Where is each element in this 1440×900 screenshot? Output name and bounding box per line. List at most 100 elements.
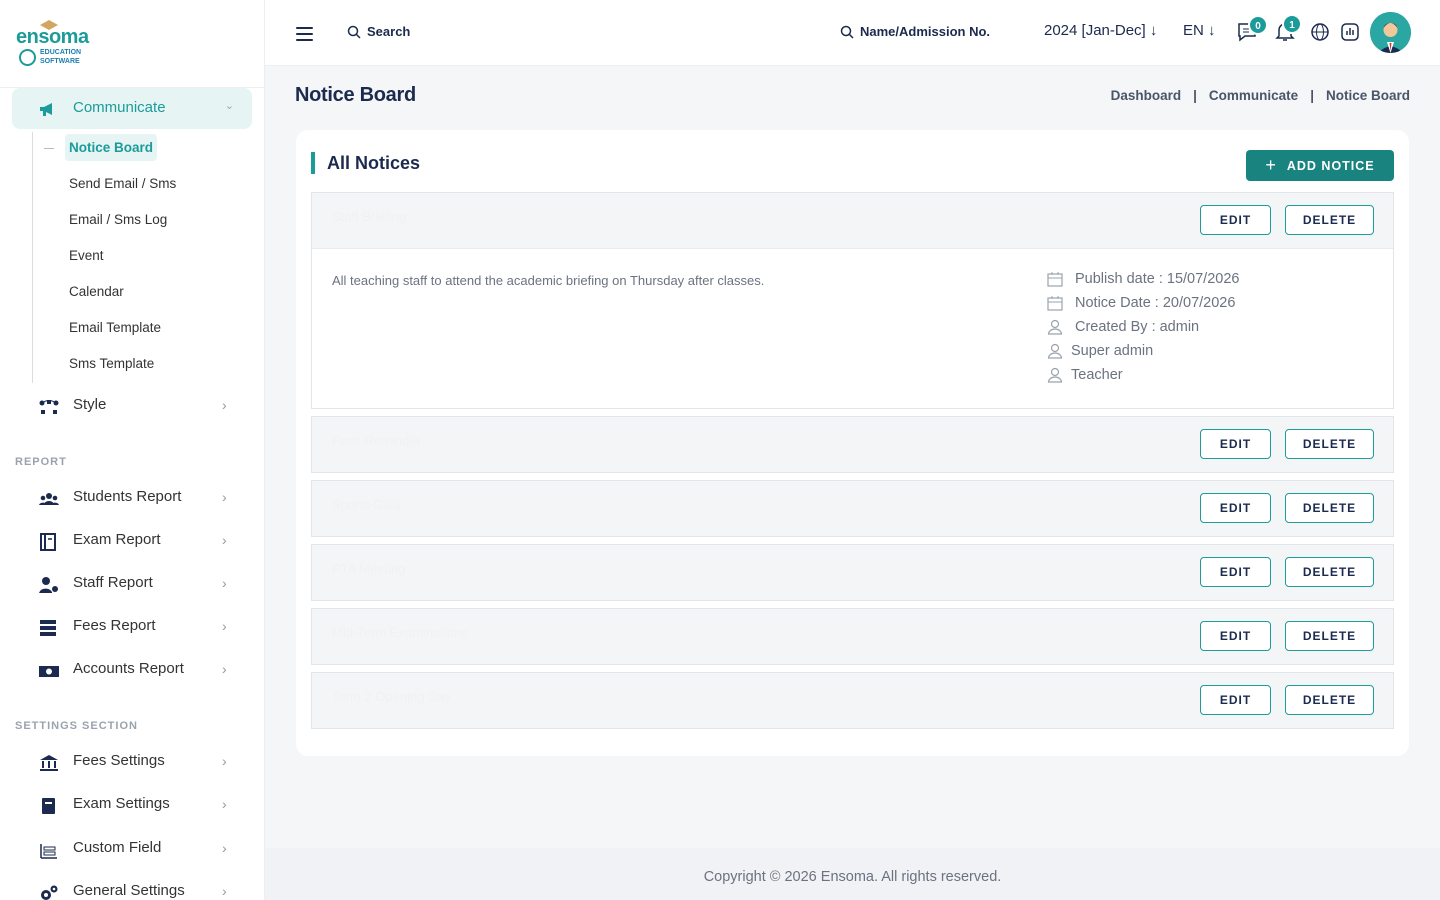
notification-count-badge: 1	[1282, 14, 1302, 34]
notice-header[interactable]: Staff Briefing EDIT DELETE	[312, 193, 1393, 248]
notice-item[interactable]: Fees Reminder EDIT DELETE	[311, 416, 1394, 473]
sidebar-item-label: Accounts Report	[73, 660, 184, 677]
notice-title: Staff Briefing	[332, 209, 407, 224]
role-teacher: Teacher	[1047, 367, 1123, 383]
edit-button[interactable]: EDIT	[1200, 493, 1271, 523]
plus-icon: +	[1265, 155, 1277, 175]
created-by: Created By : admin	[1047, 319, 1199, 335]
top-header: Search Name/Admission No. 2024 [Jan-Dec]…	[265, 0, 1440, 66]
sidebar-item-label: General Settings	[73, 882, 185, 899]
card-title: All Notices	[311, 152, 420, 174]
student-search-input[interactable]: Name/Admission No.	[860, 24, 990, 39]
language-select[interactable]: EN ↓	[1183, 22, 1216, 39]
submenu-email-sms-log[interactable]: Email / Sms Log	[69, 212, 167, 227]
academic-year-select[interactable]: 2024 [Jan-Dec] ↓	[1044, 22, 1157, 39]
edit-button[interactable]: EDIT	[1200, 429, 1271, 459]
submenu-send-email-sms[interactable]: Send Email / Sms	[69, 176, 176, 191]
notice-item[interactable]: Sports Gala EDIT DELETE	[311, 480, 1394, 537]
chevron-right-icon: ›	[222, 575, 227, 591]
user-gear-icon	[39, 577, 58, 593]
breadcrumb-communicate[interactable]: Communicate	[1209, 88, 1298, 103]
notice-item[interactable]: PTA Meeting EDIT DELETE	[311, 544, 1394, 601]
user-avatar[interactable]	[1370, 12, 1411, 53]
delete-button[interactable]: DELETE	[1285, 493, 1374, 523]
chevron-right-icon: ›	[222, 397, 227, 413]
notebook-icon	[42, 798, 55, 814]
sidebar-item-staff-report[interactable]: Staff Report ›	[0, 572, 264, 598]
notice-item[interactable]: Term 2 Opening Day EDIT DELETE	[311, 672, 1394, 729]
add-notice-button[interactable]: + ADD NOTICE	[1246, 150, 1394, 181]
notice-header[interactable]: PTA Meeting EDIT DELETE	[312, 545, 1393, 600]
user-icon	[1047, 343, 1063, 359]
notice-header[interactable]: Sports Gala EDIT DELETE	[312, 481, 1393, 536]
stats-icon[interactable]	[1338, 20, 1362, 44]
sidebar-item-students-report[interactable]: Students Report ›	[0, 486, 264, 512]
sidebar-item-fees-report[interactable]: Fees Report ›	[0, 615, 264, 641]
chevron-right-icon: ›	[222, 618, 227, 634]
notice-header[interactable]: Term 2 Opening Day EDIT DELETE	[312, 673, 1393, 728]
sidebar-item-custom-field[interactable]: Custom Field ›	[0, 837, 264, 863]
sidebar-item-label: Staff Report	[73, 574, 153, 591]
calendar-icon	[1047, 296, 1063, 311]
breadcrumb-notice-board: Notice Board	[1325, 88, 1410, 103]
notice-header[interactable]: Mid-Term Examinations EDIT DELETE	[312, 609, 1393, 664]
sidebar-item-communicate[interactable]: Communicate ⌄	[12, 88, 252, 129]
sidebar-item-label: Students Report	[73, 488, 182, 505]
brand-logo[interactable]: ensoma EDUCATION SOFTWARE	[0, 0, 264, 88]
money-icon	[39, 666, 59, 677]
sidebar-item-label: Style	[73, 396, 107, 413]
brand-tagline: EDUCATION SOFTWARE	[40, 49, 82, 65]
search-trigger[interactable]: Search	[367, 24, 410, 39]
page-title: Notice Board	[295, 84, 416, 106]
sidebar-item-style[interactable]: Style ›	[0, 394, 264, 420]
section-title-report: REPORT	[15, 456, 67, 468]
chevron-right-icon: ›	[222, 883, 227, 899]
delete-button[interactable]: DELETE	[1285, 429, 1374, 459]
chevron-right-icon: ›	[222, 489, 227, 505]
sidebar-item-exam-settings[interactable]: Exam Settings ›	[0, 793, 264, 819]
notice-description: All teaching staff to attend the academi…	[332, 273, 765, 288]
breadcrumb-separator: |	[1310, 88, 1314, 103]
footer: Copyright © 2026 Ensoma. All rights rese…	[265, 848, 1440, 900]
notice-title: Term 2 Opening Day	[332, 689, 452, 704]
sidebar-item-label: Fees Settings	[73, 752, 165, 769]
notice-date: Notice Date : 20/07/2026	[1047, 295, 1235, 311]
sidebar-item-fees-settings[interactable]: Fees Settings ›	[0, 750, 264, 776]
sidebar-item-accounts-report[interactable]: Accounts Report ›	[0, 658, 264, 684]
notice-item[interactable]: Mid-Term Examinations EDIT DELETE	[311, 608, 1394, 665]
edit-button[interactable]: EDIT	[1200, 685, 1271, 715]
delete-button[interactable]: DELETE	[1285, 621, 1374, 651]
globe-icon[interactable]	[1308, 20, 1332, 44]
delete-button[interactable]: DELETE	[1285, 685, 1374, 715]
arrow-down-icon: ↓	[1208, 22, 1216, 39]
search-icon	[840, 25, 854, 39]
breadcrumb-dashboard[interactable]: Dashboard	[1111, 88, 1182, 103]
section-title-settings: SETTINGS SECTION	[15, 720, 138, 732]
menu-toggle-icon[interactable]	[296, 27, 313, 41]
edit-button[interactable]: EDIT	[1200, 557, 1271, 587]
notice-title: Mid-Term Examinations	[332, 625, 468, 640]
submenu-email-template[interactable]: Email Template	[69, 320, 161, 335]
delete-button[interactable]: DELETE	[1285, 205, 1374, 235]
submenu-active-marker	[44, 148, 54, 149]
delete-button[interactable]: DELETE	[1285, 557, 1374, 587]
notice-title: Fees Reminder	[332, 433, 421, 448]
notice-title: PTA Meeting	[332, 561, 406, 576]
chevron-right-icon: ›	[222, 796, 227, 812]
sidebar-item-label: Fees Report	[73, 617, 156, 634]
sidebar-item-general-settings[interactable]: General Settings ›	[0, 880, 264, 900]
submenu-calendar[interactable]: Calendar	[69, 284, 124, 299]
sidebar-item-label: Communicate	[73, 99, 166, 116]
edit-button[interactable]: EDIT	[1200, 621, 1271, 651]
submenu-sms-template[interactable]: Sms Template	[69, 356, 154, 371]
submenu-event[interactable]: Event	[69, 248, 104, 263]
sidebar-item-exam-report[interactable]: Exam Report ›	[0, 529, 264, 555]
user-portrait-icon	[1370, 12, 1411, 53]
sidebar-item-label: Exam Report	[73, 531, 161, 548]
notice-header[interactable]: Fees Reminder EDIT DELETE	[312, 417, 1393, 472]
edit-button[interactable]: EDIT	[1200, 205, 1271, 235]
breadcrumb: Dashboard | Communicate | Notice Board	[1111, 88, 1410, 103]
notices-card: All Notices + ADD NOTICE Staff Briefing …	[296, 130, 1409, 756]
gears-icon	[41, 885, 58, 900]
submenu-notice-board[interactable]: Notice Board	[65, 134, 158, 161]
